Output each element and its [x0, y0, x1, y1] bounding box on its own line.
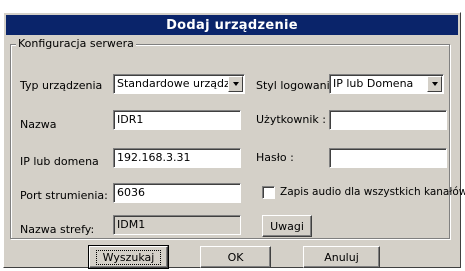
login-style-value: IP lub Domena	[333, 77, 414, 90]
ip-label: IP lub domena	[20, 155, 99, 168]
name-label: Nazwa	[20, 118, 57, 131]
login-style-dropdown-button[interactable]	[427, 76, 442, 92]
chevron-down-icon	[232, 82, 239, 86]
password-label: Hasło :	[256, 151, 294, 164]
search-button[interactable]: Wyszukaj	[88, 245, 169, 269]
audio-checkbox-label: Zapis audio dla wszystkich kanałów	[280, 186, 465, 198]
password-input[interactable]	[329, 148, 447, 168]
chevron-down-icon	[431, 82, 438, 86]
cancel-button[interactable]: Anuluj	[303, 246, 380, 268]
add-device-dialog: Dodaj urządzenie Konfiguracja serwera Ty…	[3, 12, 465, 269]
login-style-select[interactable]: IP lub Domena	[329, 74, 444, 94]
user-label: Użytkownik :	[256, 113, 326, 126]
notes-button[interactable]: Uwagi	[262, 215, 312, 237]
notes-button-label: Uwagi	[270, 219, 304, 233]
device-type-select[interactable]: Standardowe urządzer	[113, 74, 245, 94]
audio-checkbox[interactable]	[262, 186, 275, 199]
device-type-label: Typ urządzenia	[20, 79, 103, 92]
ok-button-label: OK	[227, 250, 244, 264]
cancel-button-label: Anuluj	[324, 250, 359, 264]
login-style-label: Styl logowania	[256, 79, 337, 92]
user-input[interactable]	[329, 110, 447, 130]
zone-input: IDM1	[113, 215, 241, 235]
name-input[interactable]: IDR1	[113, 110, 241, 130]
group-title: Konfiguracja serwera	[16, 37, 136, 50]
dialog-title: Dodaj urządzenie	[6, 15, 458, 35]
port-input[interactable]: 6036	[113, 183, 241, 203]
server-config-group: Konfiguracja serwera Typ urządzenia Stan…	[10, 37, 465, 239]
ok-button[interactable]: OK	[200, 246, 271, 268]
zone-label: Nazwa strefy:	[20, 223, 95, 236]
search-button-label: Wyszukaj	[95, 249, 162, 265]
port-label: Port strumienia:	[20, 189, 108, 202]
device-type-dropdown-button[interactable]	[228, 76, 243, 92]
device-type-value: Standardowe urządzer	[117, 77, 228, 90]
ip-input[interactable]: 192.168.3.31	[113, 148, 241, 168]
